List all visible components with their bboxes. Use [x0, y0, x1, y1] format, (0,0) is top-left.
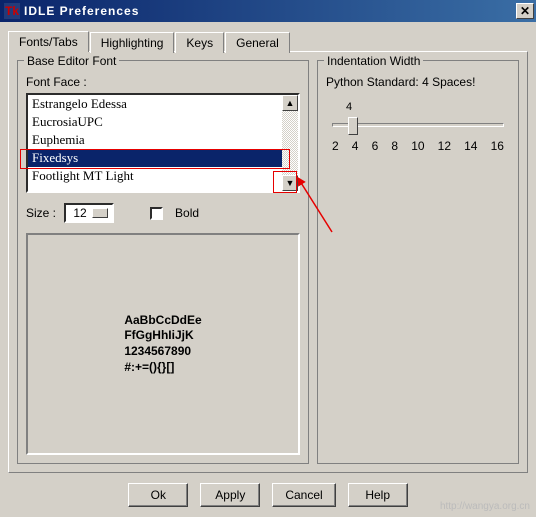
- cancel-button[interactable]: Cancel: [272, 483, 335, 507]
- tick: 6: [372, 139, 379, 153]
- slider-thumb[interactable]: [348, 117, 358, 135]
- app-icon: Tk: [4, 3, 20, 19]
- tab-highlighting[interactable]: Highlighting: [90, 32, 175, 53]
- tick: 2: [332, 139, 339, 153]
- window-title: IDLE Preferences: [24, 4, 516, 18]
- tab-bar: Fonts/Tabs Highlighting Keys General: [8, 30, 528, 51]
- list-item[interactable]: Footlight MT Light: [28, 167, 282, 185]
- preview-text: AaBbCcDdEe FfGgHhIiJjK 1234567890 #:+=()…: [124, 313, 201, 375]
- size-row: Size : 12 Bold: [26, 203, 300, 223]
- list-item[interactable]: Euphemia: [28, 131, 282, 149]
- indent-legend: Indentation Width: [324, 54, 423, 68]
- font-preview: AaBbCcDdEe FfGgHhIiJjK 1234567890 #:+=()…: [26, 233, 300, 455]
- tab-content: Base Editor Font Font Face : Estrangelo …: [8, 51, 528, 473]
- indent-standard-label: Python Standard: 4 Spaces!: [326, 75, 510, 89]
- tick: 14: [464, 139, 477, 153]
- font-list-items: Estrangelo Edessa EucrosiaUPC Euphemia F…: [28, 95, 282, 191]
- font-face-label: Font Face :: [26, 75, 300, 89]
- preview-line: FfGgHhIiJjK: [124, 328, 201, 344]
- preview-line: AaBbCcDdEe: [124, 313, 201, 329]
- tick: 4: [352, 139, 359, 153]
- preview-line: #:+=(){}[]: [124, 360, 201, 376]
- tick: 8: [391, 139, 398, 153]
- indent-groupbox: Indentation Width Python Standard: 4 Spa…: [317, 60, 519, 464]
- titlebar: Tk IDLE Preferences ✕: [0, 0, 536, 22]
- scroll-track[interactable]: [282, 111, 298, 175]
- indent-slider[interactable]: 4 2 4 6 8 10 12 14 16: [332, 99, 504, 149]
- tab-keys[interactable]: Keys: [175, 32, 224, 53]
- svg-text:Tk: Tk: [5, 4, 19, 18]
- preview-line: 1234567890: [124, 344, 201, 360]
- ok-button[interactable]: Ok: [128, 483, 188, 507]
- size-spinner[interactable]: 12: [64, 203, 114, 223]
- list-item[interactable]: EucrosiaUPC: [28, 113, 282, 131]
- tab-general[interactable]: General: [225, 32, 290, 53]
- scroll-up-icon[interactable]: ▲: [282, 95, 298, 111]
- tick: 10: [411, 139, 424, 153]
- tick: 16: [491, 139, 504, 153]
- slider-ticks: 2 4 6 8 10 12 14 16: [332, 139, 504, 153]
- spinner-btn-icon[interactable]: [92, 208, 108, 218]
- tick: 12: [438, 139, 451, 153]
- font-face-listbox[interactable]: Estrangelo Edessa EucrosiaUPC Euphemia F…: [26, 93, 300, 193]
- bold-checkbox[interactable]: [150, 207, 163, 220]
- listbox-scrollbar[interactable]: ▲ ▼: [282, 95, 298, 191]
- help-button[interactable]: Help: [348, 483, 408, 507]
- slider-value: 4: [346, 101, 352, 113]
- size-label: Size :: [26, 206, 56, 220]
- font-legend: Base Editor Font: [24, 54, 119, 68]
- size-value: 12: [70, 206, 90, 220]
- scroll-down-icon[interactable]: ▼: [282, 175, 298, 191]
- watermark: http://wangya.org.cn: [440, 501, 530, 512]
- tab-fonts[interactable]: Fonts/Tabs: [8, 31, 89, 52]
- close-button[interactable]: ✕: [516, 3, 534, 19]
- font-groupbox: Base Editor Font Font Face : Estrangelo …: [17, 60, 309, 464]
- list-item-selected[interactable]: Fixedsys: [28, 149, 282, 167]
- bold-label: Bold: [175, 206, 199, 220]
- list-item[interactable]: Estrangelo Edessa: [28, 95, 282, 113]
- apply-button[interactable]: Apply: [200, 483, 260, 507]
